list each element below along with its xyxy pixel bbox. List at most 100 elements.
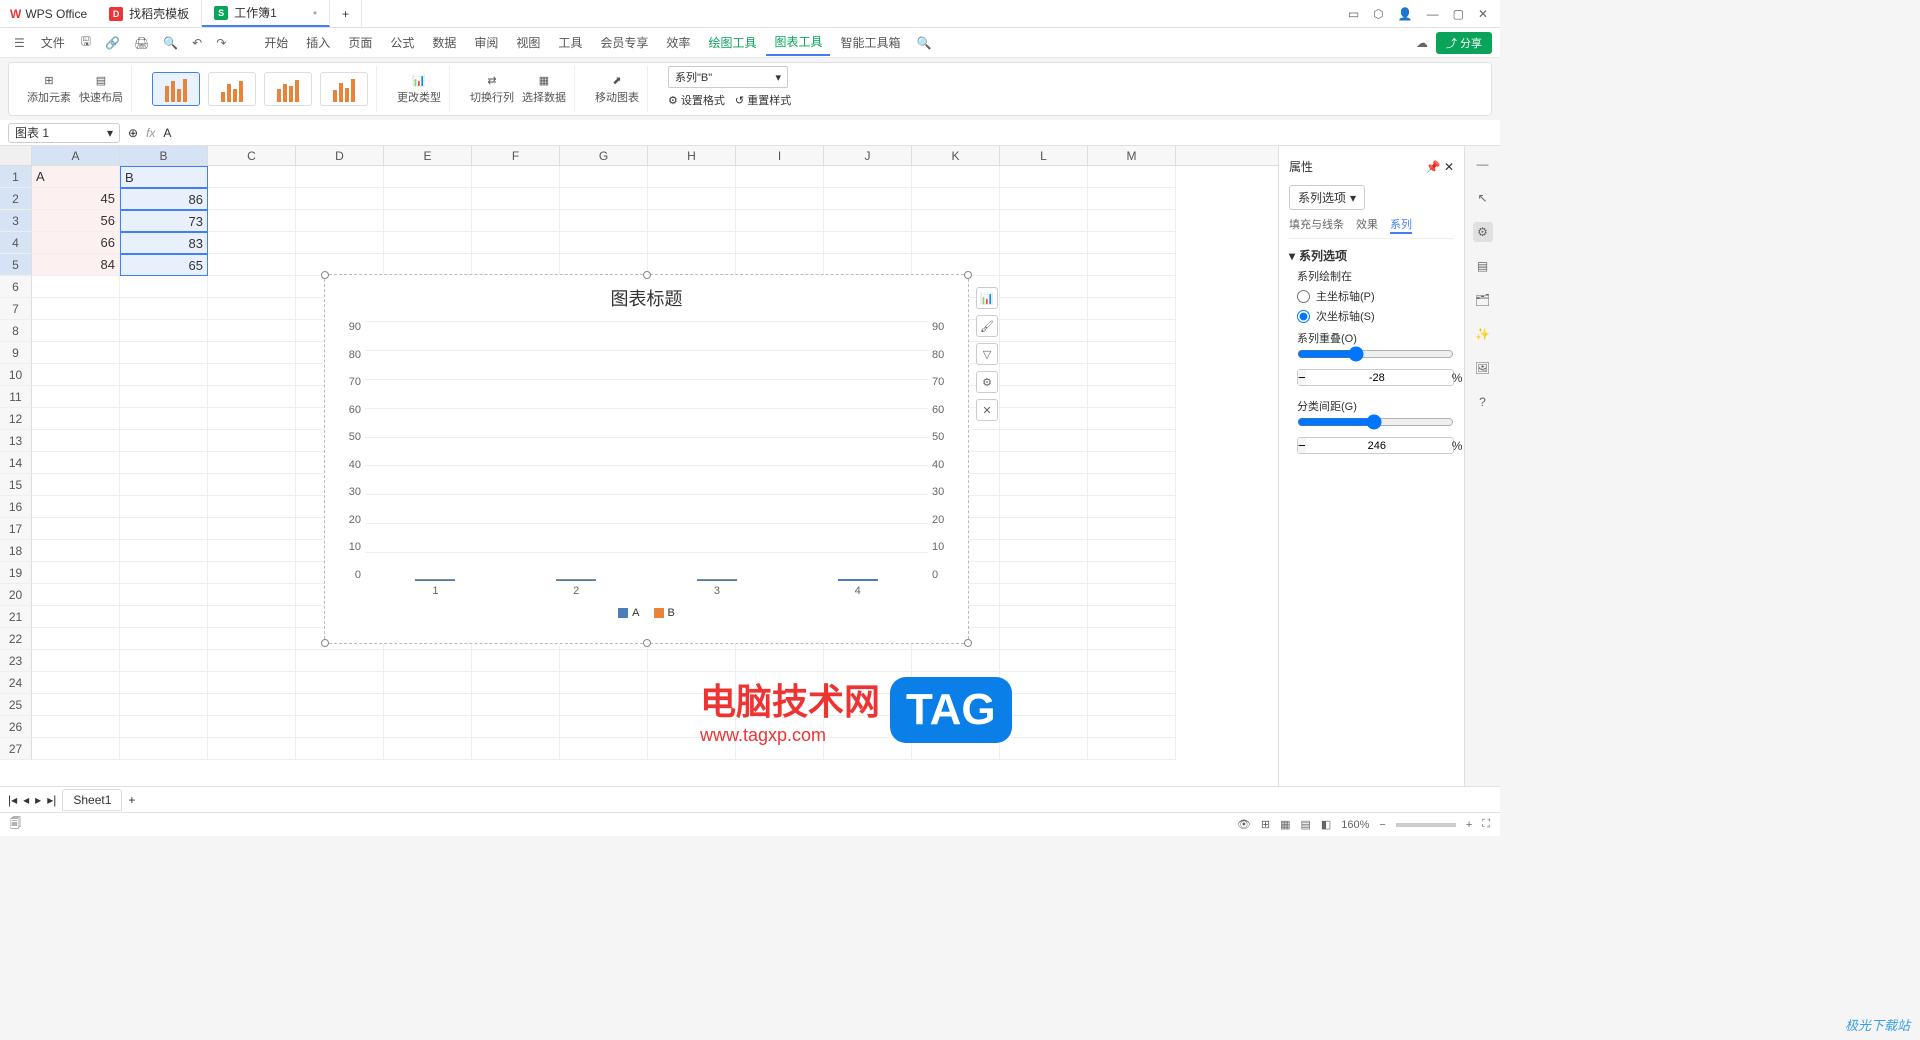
sheet-tab-1[interactable]: Sheet1 [62,789,122,811]
cell[interactable] [472,672,560,694]
col-header-J[interactable]: J [824,146,912,165]
page-view-icon[interactable]: ▤ [1300,818,1310,831]
row-header[interactable]: 23 [0,650,32,672]
cell[interactable] [912,650,1000,672]
layers-icon[interactable]: ▤ [1473,256,1493,276]
cell[interactable] [208,188,296,210]
cell[interactable] [120,474,208,496]
cell[interactable] [824,188,912,210]
select-all-corner[interactable] [0,146,32,165]
swap-rowcol-button[interactable]: ⇄切换行列 [470,74,514,105]
section-series-options[interactable]: ▾系列选项 [1289,247,1454,264]
cell[interactable] [1088,342,1176,364]
cell[interactable] [120,672,208,694]
cell[interactable] [296,232,384,254]
gap-slider[interactable] [1297,414,1454,430]
cell[interactable] [384,254,472,276]
cell[interactable]: 83 [120,232,208,254]
cell[interactable] [736,650,824,672]
cell[interactable] [1088,408,1176,430]
image-icon[interactable]: 🖼 [1473,358,1493,378]
cell[interactable] [912,254,1000,276]
cell[interactable] [1088,694,1176,716]
cell[interactable] [32,518,120,540]
cell[interactable] [1000,342,1088,364]
col-header-D[interactable]: D [296,146,384,165]
widgets-icon[interactable]: ▭ [1348,7,1359,21]
cell[interactable] [648,166,736,188]
cell[interactable] [32,474,120,496]
cell[interactable] [912,210,1000,232]
reading-view-icon[interactable]: ◧ [1321,818,1331,831]
overlap-value[interactable] [1306,372,1448,384]
gap-value[interactable] [1306,440,1448,452]
cell[interactable] [1088,738,1176,760]
row-header[interactable]: 6 [0,276,32,298]
formula-bar[interactable]: ⊕ fx A [128,126,1492,140]
cell[interactable] [1000,474,1088,496]
move-chart-button[interactable]: ⬈移动图表 [595,74,639,105]
close-button[interactable]: ✕ [1478,7,1488,21]
cell[interactable] [384,694,472,716]
cell[interactable] [1088,232,1176,254]
cell[interactable]: 73 [120,210,208,232]
cell[interactable] [1000,386,1088,408]
redo-icon[interactable]: ↷ [210,32,232,54]
row-header[interactable]: 21 [0,606,32,628]
cell[interactable] [1000,232,1088,254]
cell[interactable] [296,694,384,716]
zoom-level[interactable]: 160% [1341,819,1369,831]
cell[interactable] [208,562,296,584]
cloud-icon[interactable]: ☁ [1410,32,1434,54]
cell[interactable] [736,254,824,276]
zoom-out-button[interactable]: − [1379,819,1385,831]
col-header-M[interactable]: M [1088,146,1176,165]
cell[interactable] [736,672,824,694]
effects-icon[interactable]: ✨ [1473,324,1493,344]
cell[interactable] [1088,364,1176,386]
cell[interactable]: 45 [32,188,120,210]
row-header[interactable]: 9 [0,342,32,364]
row-header[interactable]: 27 [0,738,32,760]
cell[interactable] [120,408,208,430]
preview-icon[interactable]: 🔍 [157,32,184,54]
cell[interactable] [736,232,824,254]
cell[interactable] [120,628,208,650]
cell[interactable] [120,320,208,342]
row-header[interactable]: 24 [0,672,32,694]
row-header[interactable]: 5 [0,254,32,276]
row-header[interactable]: 18 [0,540,32,562]
maximize-button[interactable]: ▢ [1453,7,1464,21]
menu-review[interactable]: 审阅 [466,30,506,55]
cell[interactable] [32,738,120,760]
cell[interactable] [1000,672,1088,694]
cell[interactable] [1000,254,1088,276]
cell[interactable]: 65 [120,254,208,276]
search-icon[interactable]: 🔍 [910,32,937,54]
cell[interactable] [560,166,648,188]
cell[interactable] [472,188,560,210]
cell[interactable] [1088,430,1176,452]
cell[interactable] [736,738,824,760]
save-icon[interactable]: 🖫 [75,28,97,57]
cell[interactable] [824,694,912,716]
cell[interactable] [120,650,208,672]
backup-icon[interactable]: 🗂 [1473,290,1493,310]
cell[interactable] [1088,188,1176,210]
col-header-A[interactable]: A [32,146,120,165]
chart-plot-area[interactable]: 9080706050403020100 9080706050403020100 [365,321,928,581]
cell[interactable] [120,584,208,606]
cell[interactable] [1088,276,1176,298]
cell[interactable] [120,694,208,716]
row-header[interactable]: 11 [0,386,32,408]
series-options-dropdown[interactable]: 系列选项 ▾ [1289,185,1365,210]
row-header[interactable]: 22 [0,628,32,650]
cell[interactable] [120,518,208,540]
row-header[interactable]: 2 [0,188,32,210]
collapse-icon[interactable]: — [1473,154,1493,174]
cell[interactable] [1000,606,1088,628]
row-header[interactable]: 16 [0,496,32,518]
cell[interactable] [736,166,824,188]
cell[interactable] [1088,518,1176,540]
cell[interactable] [1000,276,1088,298]
